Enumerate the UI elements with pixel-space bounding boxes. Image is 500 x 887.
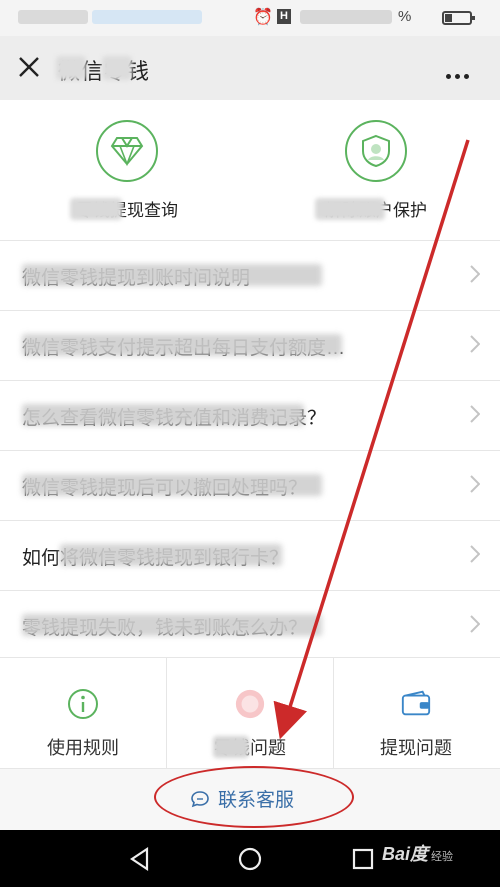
baidu-watermark: Bai度 经验 xyxy=(382,840,453,866)
back-icon[interactable] xyxy=(127,846,153,872)
android-nav-bar: Bai度 经验 xyxy=(0,830,500,887)
home-icon[interactable] xyxy=(237,846,263,872)
recents-icon[interactable] xyxy=(350,846,376,872)
baidu-brand: Bai度 xyxy=(382,844,429,864)
baidu-sub: 经验 xyxy=(431,851,454,863)
annotation-arrow xyxy=(273,139,470,740)
